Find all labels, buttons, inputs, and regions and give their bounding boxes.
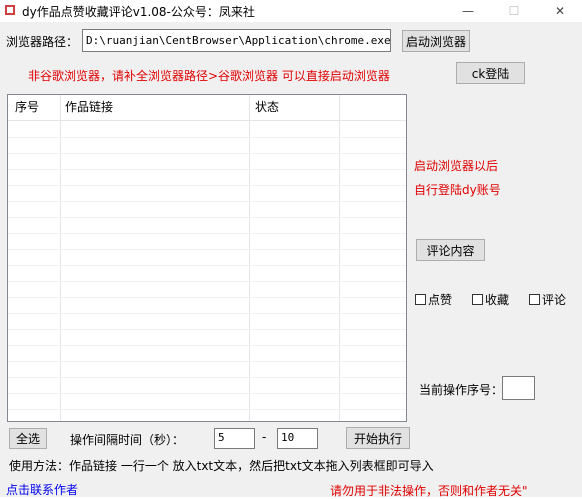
grid-row-line: [8, 377, 406, 378]
usage-text: 使用方法：作品链接 一行一个 放入txt文本，然后把txt文本拖入列表框即可导入: [9, 459, 434, 473]
start-button[interactable]: 开始执行: [346, 427, 410, 449]
interval-min-input[interactable]: 5: [214, 428, 255, 449]
ck-login-button[interactable]: ck登陆: [456, 62, 525, 84]
maximize-icon: ☐: [508, 4, 520, 18]
contact-author-link[interactable]: 点击联系作者: [6, 481, 78, 498]
column-divider: [249, 95, 250, 421]
column-header-link[interactable]: 作品链接: [60, 95, 249, 120]
comment-checkbox-label: 评论: [542, 293, 567, 307]
interval-max-input[interactable]: 10: [277, 428, 318, 449]
like-checkbox-box[interactable]: [415, 294, 426, 305]
grid-row-line: [8, 409, 406, 410]
close-button[interactable]: ✕: [537, 0, 582, 22]
comment-checkbox[interactable]: 评论: [529, 291, 566, 308]
list-header: 序号 作品链接 状态: [8, 95, 406, 121]
like-checkbox-label: 点赞: [428, 293, 453, 307]
grid-row-line: [8, 185, 406, 186]
collect-checkbox[interactable]: 收藏: [472, 291, 509, 308]
grid-row-line: [8, 361, 406, 362]
column-divider: [60, 95, 61, 421]
app-icon: [5, 5, 15, 15]
grid-row-line: [8, 153, 406, 154]
grid-row-line: [8, 217, 406, 218]
column-divider: [339, 95, 340, 421]
like-checkbox[interactable]: 点赞: [415, 291, 452, 308]
grid-row-line: [8, 281, 406, 282]
non-chrome-notice: 非谷歌浏览器，请补全浏览器路径>谷歌浏览器 可以直接启动浏览器: [28, 69, 390, 83]
grid-row-line: [8, 265, 406, 266]
minimize-button[interactable]: —: [445, 0, 491, 22]
launch-browser-button[interactable]: 启动浏览器: [402, 30, 470, 52]
close-icon: ✕: [554, 4, 566, 18]
minimize-icon: —: [462, 4, 474, 18]
browser-path-label: 浏览器路径：: [6, 35, 79, 49]
current-index-label: 当前操作序号：: [419, 383, 504, 397]
disclaimer-text: 请勿用于非法操作，否则和作者无关": [330, 484, 528, 498]
title-bar: dy作品点赞收藏评论v1.08-公众号：凤来社 — ☐ ✕: [0, 0, 582, 22]
hint-line-2: 自行登陆dy账号: [414, 183, 501, 197]
grid-row-line: [8, 297, 406, 298]
current-index-input[interactable]: [502, 376, 535, 400]
column-header-status[interactable]: 状态: [250, 95, 338, 120]
comment-content-button[interactable]: 评论内容: [416, 239, 485, 261]
maximize-button[interactable]: ☐: [491, 0, 537, 22]
column-header-index[interactable]: 序号: [10, 95, 60, 120]
grid-row-line: [8, 169, 406, 170]
collect-checkbox-label: 收藏: [485, 293, 510, 307]
hint-line-1: 启动浏览器以后: [414, 159, 499, 173]
interval-dash: -: [262, 430, 267, 444]
interval-label: 操作间隔时间（秒）：: [70, 433, 185, 447]
comment-checkbox-box[interactable]: [529, 294, 540, 305]
browser-path-input[interactable]: D:\ruanjian\CentBrowser\Application\chro…: [82, 29, 391, 52]
grid-row-line: [8, 329, 406, 330]
grid-row-line: [8, 313, 406, 314]
grid-row-line: [8, 137, 406, 138]
grid-row-line: [8, 345, 406, 346]
grid-row-line: [8, 233, 406, 234]
work-list[interactable]: 序号 作品链接 状态: [7, 94, 407, 422]
window-title: dy作品点赞收藏评论v1.08-公众号：凤来社: [22, 5, 255, 19]
select-all-button[interactable]: 全选: [9, 428, 47, 449]
grid-row-line: [8, 201, 406, 202]
collect-checkbox-box[interactable]: [472, 294, 483, 305]
grid-row-line: [8, 249, 406, 250]
grid-row-line: [8, 393, 406, 394]
